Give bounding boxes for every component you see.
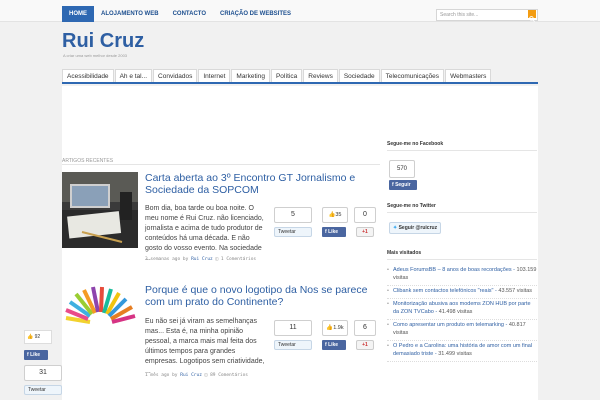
plus-count: 6: [354, 320, 376, 336]
like-count: 👍35: [322, 207, 348, 223]
divider: [387, 150, 537, 151]
site-logo[interactable]: Rui Cruz: [62, 30, 144, 53]
post-meta: 1 mês ago by Rui Cruz ◫ 89 Comentários: [145, 373, 249, 378]
author-link[interactable]: Rui Cruz: [180, 373, 202, 378]
category-telecomunicacoes[interactable]: Telecomunicações: [380, 69, 445, 82]
category-nav: Acessibilidade Ah e tal... Convidados In…: [62, 69, 538, 84]
facebook-icon: f: [27, 352, 29, 358]
divider: [387, 259, 537, 260]
search-icon[interactable]: [528, 10, 536, 22]
nav-contacto[interactable]: CONTACTO: [166, 6, 213, 22]
floating-tweet-count: 31: [24, 365, 62, 381]
floating-like-button[interactable]: f Like: [24, 350, 48, 360]
nav-home[interactable]: HOME: [62, 6, 94, 22]
twitter-follow-button[interactable]: ✦ Seguir @ruicruz: [389, 222, 441, 234]
like-count: 👍1.9k: [322, 320, 348, 336]
twitter-bird-icon: ✦: [393, 225, 398, 231]
post-thumbnail[interactable]: [62, 172, 138, 248]
category-politica[interactable]: Política: [270, 69, 303, 82]
plus-count: 0: [354, 207, 376, 223]
like-button[interactable]: f Like: [322, 340, 346, 350]
category-ah-e-tal[interactable]: Ah e tal...: [114, 69, 153, 82]
twitter-widget-title: Segue-me no Twitter: [387, 203, 436, 209]
floating-like-count: 👍 92: [24, 330, 52, 344]
popular-widget-title: Mais visitados: [387, 250, 422, 256]
category-marketing[interactable]: Marketing: [231, 69, 270, 82]
facebook-icon: f: [325, 229, 327, 235]
top-nav: HOME ALOJAMENTO WEB CONTACTO CRIAÇÃO DE …: [62, 6, 298, 22]
google-plus-button[interactable]: +1: [356, 340, 374, 350]
post-excerpt: Eu não sei já viram as semelhanças mas..…: [145, 318, 265, 375]
category-reviews[interactable]: Reviews: [303, 69, 338, 82]
like-thumb-icon: 👍: [27, 334, 34, 340]
facebook-widget-title: Segue-me no Facebook: [387, 141, 444, 147]
list-item[interactable]: Como apresentar um produto em telemarkin…: [387, 320, 537, 341]
comments-link[interactable]: 1 Comentários: [221, 257, 256, 262]
comment-icon: ◫: [204, 373, 208, 378]
category-internet[interactable]: Internet: [198, 69, 231, 82]
tweet-label: Tweetar: [278, 342, 296, 348]
post-thumbnail[interactable]: [62, 272, 138, 348]
tweet-count: 11: [274, 320, 312, 336]
author-link[interactable]: Rui Cruz: [191, 257, 213, 262]
tweet-count: 5: [274, 207, 312, 223]
category-webmasters[interactable]: Webmasters: [445, 69, 492, 82]
facebook-icon: f: [325, 342, 327, 348]
nav-criacao-websites[interactable]: CRIAÇÃO DE WEBSITES: [213, 6, 298, 22]
list-item[interactable]: Adeus ForumsBB – 8 anos de boas recordaç…: [387, 265, 537, 286]
site-tagline: A criar uma web melhor desde 2003: [63, 53, 128, 58]
search-input[interactable]: Search this site...: [436, 9, 538, 21]
tweet-label: Tweetar: [28, 387, 46, 393]
facebook-follow-button[interactable]: f Seguir: [389, 180, 417, 190]
post-meta: 3 semanas ago by Rui Cruz ◫ 1 Comentário…: [145, 257, 257, 262]
facebook-fan-count: 570: [389, 160, 415, 178]
post-excerpt: Bom dia, boa tarde ou boa noite. O meu n…: [145, 205, 264, 262]
comment-icon: ◫: [215, 257, 219, 262]
category-sociedade[interactable]: Sociedade: [338, 69, 380, 82]
google-plus-button[interactable]: +1: [356, 227, 374, 237]
post-title[interactable]: Carta aberta ao 3º Encontro GT Jornalism…: [145, 172, 377, 196]
divider: [62, 164, 380, 165]
divider: [387, 212, 537, 213]
category-acessibilidade[interactable]: Acessibilidade: [62, 69, 114, 82]
like-button[interactable]: f Like: [322, 227, 346, 237]
post-title[interactable]: Porque é que o novo logotipo da Nos se p…: [145, 284, 377, 308]
facebook-icon: f: [392, 182, 394, 188]
list-item[interactable]: Clibank sem contactos telefónicos "reais…: [387, 286, 537, 299]
comments-link[interactable]: 89 Comentários: [210, 373, 248, 378]
tweet-button[interactable]: Tweetar: [274, 227, 312, 237]
popular-list: Adeus ForumsBB – 8 anos de boas recordaç…: [387, 265, 537, 362]
nav-alojamento-web[interactable]: ALOJAMENTO WEB: [94, 6, 166, 22]
list-item[interactable]: Monitorização abusiva aos modems ZON HUB…: [387, 299, 537, 320]
category-convidados[interactable]: Convidados: [153, 69, 198, 82]
floating-tweet-button[interactable]: Tweetar: [24, 385, 62, 395]
tweet-label: Tweetar: [278, 229, 296, 235]
tweet-button[interactable]: Tweetar: [274, 340, 312, 350]
list-item[interactable]: O Pedro e a Carolina: uma história de am…: [387, 341, 537, 362]
